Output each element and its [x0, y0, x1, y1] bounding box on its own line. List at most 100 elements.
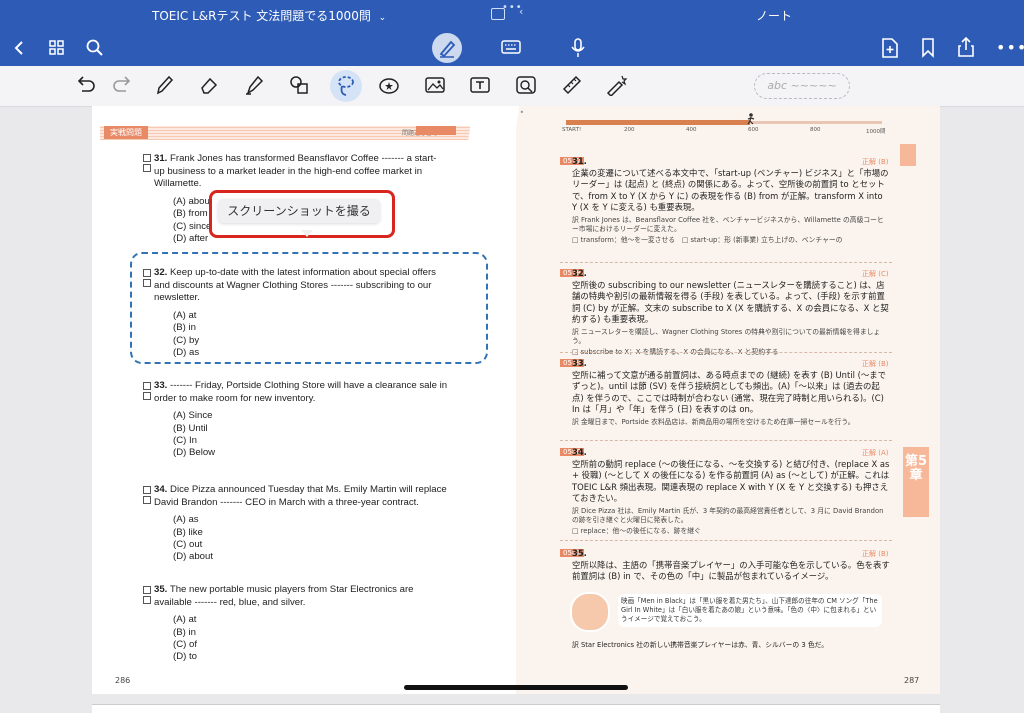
question-34: 34. Dice Pizza announced Tuesday that Ms… — [154, 484, 464, 564]
undo-icon[interactable] — [74, 74, 96, 96]
right-pane-chevron-icon[interactable]: ‹ — [519, 5, 523, 18]
answer-translation: 訳 Frank Jones は、Beansflavor Coffee 社を、ベン… — [572, 215, 884, 233]
question-35: 35. The new portable music players from … — [154, 584, 444, 664]
progress-label: START! — [562, 127, 582, 133]
highlighter-icon[interactable] — [243, 74, 265, 96]
question-33: 33. ------- Friday, Portside Clothing St… — [154, 380, 454, 460]
text-box-icon[interactable] — [469, 74, 491, 96]
checkbox[interactable] — [143, 586, 151, 594]
grid-icon[interactable] — [49, 40, 65, 56]
answer-translation: 訳 ニュースレターを購読し、Wagner Clothing Stores の特典… — [572, 327, 881, 345]
microphone-icon[interactable] — [570, 38, 586, 58]
tip-box: 映画「Men in Black」は「黒い服を着た男たち」、山下達郎の往年の CM… — [570, 592, 882, 632]
option-d: (D) to — [173, 651, 197, 663]
lasso-selection[interactable] — [130, 252, 488, 364]
pen-icon[interactable] — [153, 74, 175, 96]
question-text: Dice Pizza announced Tuesday that Ms. Em… — [154, 484, 447, 508]
take-screenshot-button[interactable]: スクリーンショットを撮る — [218, 199, 380, 223]
answer-35-translation: 訳 Star Electronics 社の新しい携帯音楽プレイヤーは赤、青、シル… — [572, 641, 829, 649]
option-c: (C) of — [173, 639, 197, 650]
option-a: (A) Since — [173, 410, 213, 422]
image-icon[interactable] — [424, 74, 446, 96]
checkbox[interactable] — [143, 382, 151, 390]
answer-divider — [560, 352, 892, 353]
pen-mode-icon[interactable] — [432, 33, 462, 63]
checkbox[interactable] — [143, 164, 151, 172]
ruler-icon[interactable] — [561, 74, 583, 96]
progress-label: 600 — [748, 127, 759, 133]
question-number: 34. — [154, 484, 168, 495]
answer-vocab: □ transform：他〜を一変させる □ start-up：形 (新事業) … — [572, 235, 843, 244]
answer-number: 31. — [572, 156, 587, 166]
share-icon[interactable] — [957, 36, 975, 58]
option-c: (C) In — [173, 435, 197, 446]
document-title[interactable]: TOEIC L&Rテスト 文法問題でる1000問 ⌄ — [152, 7, 386, 24]
tool-bar: abc ~~~~~ — [0, 66, 1024, 107]
question-number: 33. — [154, 380, 168, 391]
left-page-header-title: 実戦問題 — [104, 126, 148, 139]
answer-body: 空所に補って文意が通る前置詞は、ある時点までの (継続) を表す (B) Unt… — [572, 369, 886, 415]
answer-translation: 訳 金曜日まで、Portside 衣料品店は、新商品用の場所を空けるため在庫一掃… — [572, 417, 855, 426]
shapes-icon[interactable] — [288, 74, 310, 96]
left-page-number: 286 — [115, 676, 131, 685]
back-icon[interactable] — [12, 40, 26, 56]
handwriting-input[interactable]: abc ~~~~~ — [754, 73, 850, 99]
laser-pointer-icon[interactable] — [605, 74, 627, 96]
chapter-tab[interactable]: 第5章 — [903, 447, 929, 517]
answer-divider — [560, 440, 892, 441]
answer-number: 34. — [572, 447, 587, 457]
answer-body: 空所後の subscribing to our newsletter (ニュース… — [572, 279, 889, 325]
progress-fill — [566, 120, 750, 125]
answer-vocab: □ replace：他〜の後任になる、跡を継ぐ — [572, 526, 701, 535]
checkbox[interactable] — [143, 154, 151, 162]
answer-divider — [560, 262, 892, 263]
tip-bubble: 映画「Men in Black」は「黒い服を着た男たち」、山下達郎の往年の CM… — [618, 594, 882, 627]
option-a: (A) at — [173, 614, 197, 626]
checkbox[interactable] — [143, 392, 151, 400]
search-icon[interactable] — [86, 39, 104, 57]
notes-title: ノート — [756, 9, 793, 23]
option-b: (B) Until — [173, 422, 208, 434]
option-d: (D) Below — [173, 447, 216, 459]
chevron-down-icon: ⌄ — [378, 13, 387, 23]
question-text: ------- Friday, Portside Clothing Store … — [154, 380, 448, 404]
question-text: Frank Jones has transformed Beansflavor … — [154, 153, 437, 190]
answer-33: 33. 空所に補って文意が通る前置詞は、ある時点までの (継続) を表す (B)… — [572, 358, 890, 427]
progress-label: 1000問 — [866, 129, 886, 135]
take-screenshot-label: スクリーンショットを撮る — [227, 204, 371, 218]
camera-scan-icon[interactable] — [515, 74, 537, 96]
answer-body: 空所前の動詞 replace (〜の後任になる、〜を交換する) と結び付き、(r… — [572, 458, 890, 504]
answer-34: 34. 空所前の動詞 replace (〜の後任になる、〜を交換する) と結び付… — [572, 447, 890, 536]
left-page-header-range — [416, 126, 456, 135]
answer-number: 33. — [572, 358, 587, 368]
sticker-icon[interactable] — [378, 74, 400, 96]
redo-icon[interactable] — [112, 74, 134, 96]
answer-number: 35. — [572, 548, 587, 558]
bookmark-icon[interactable] — [921, 38, 935, 58]
question-number: 31. — [154, 153, 168, 164]
answer-body: 企業の変遷について述べる本文中で、「start-up (ベンチャー) ビジネス」… — [572, 167, 889, 213]
question-text: The new portable music players from Star… — [154, 584, 414, 608]
chapter-tab-label: 第5章 — [904, 454, 928, 483]
answer-number: 32. — [572, 268, 587, 278]
page-corner-tabs — [900, 144, 916, 166]
checkbox[interactable] — [143, 486, 151, 494]
progress-label: 200 — [624, 127, 635, 133]
home-indicator[interactable] — [404, 685, 628, 690]
add-page-icon[interactable] — [881, 38, 899, 58]
option-b: (B) like — [173, 526, 203, 538]
document-title-text: TOEIC L&Rテスト 文法問題でる1000問 — [152, 9, 371, 23]
keyboard-icon[interactable] — [501, 40, 521, 55]
tooltip-pointer — [301, 230, 313, 237]
answer-divider — [560, 540, 892, 541]
more-icon[interactable]: ••• — [996, 38, 1024, 57]
right-page-number: 287 — [904, 676, 920, 685]
progress-label: 800 — [810, 127, 821, 133]
option-c: (C) out — [173, 539, 203, 550]
eraser-icon[interactable] — [198, 74, 220, 96]
option-a: (A) as — [173, 514, 199, 526]
lasso-icon[interactable] — [330, 70, 362, 102]
checkbox[interactable] — [143, 596, 151, 604]
answer-body: 空所以降は、主語の「携帯音楽プレイヤー」の入手可能な色を示している。色を表す前置… — [572, 559, 890, 582]
checkbox[interactable] — [143, 496, 151, 504]
